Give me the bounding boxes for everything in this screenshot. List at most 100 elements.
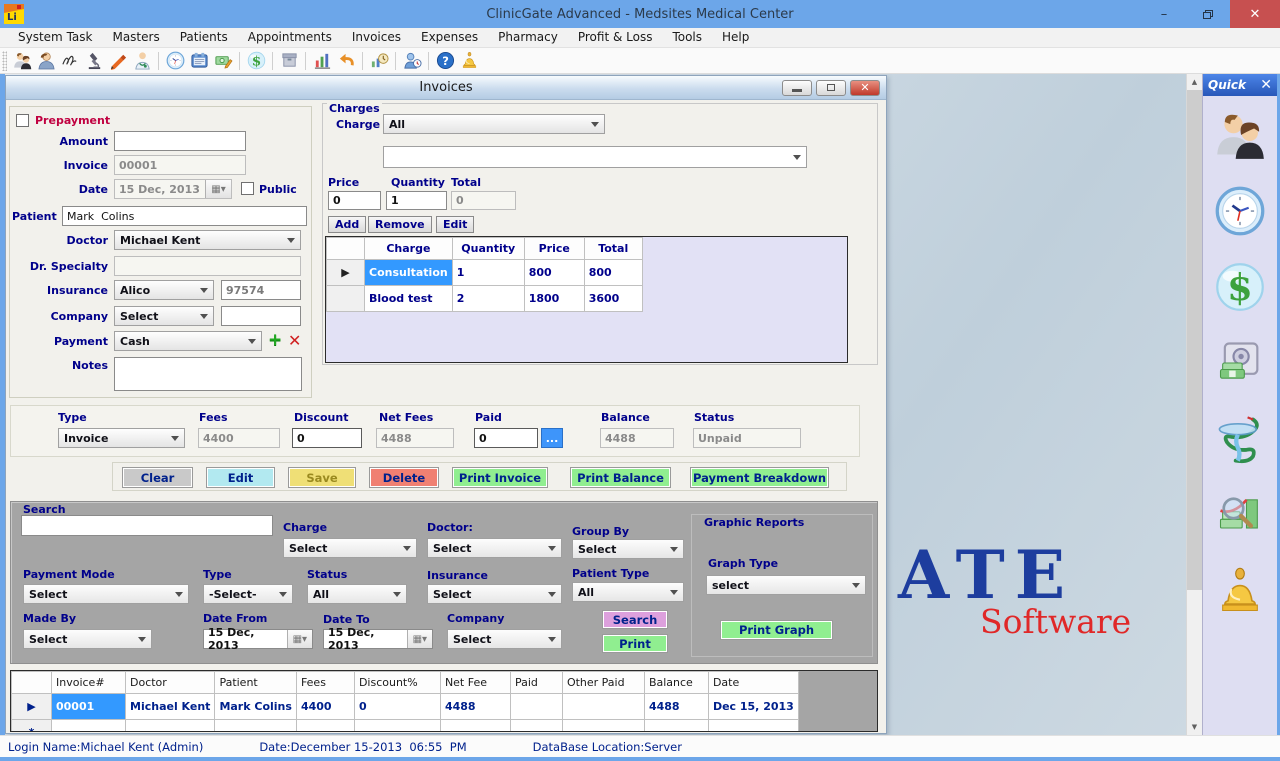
remove-charge-button[interactable]: Remove	[368, 216, 432, 233]
child-minimize-button[interactable]	[782, 80, 812, 96]
charges-grid-cell[interactable]: 2	[452, 286, 524, 312]
results-cell-balance[interactable]: 4488	[644, 694, 708, 720]
charges-grid-row[interactable]: ▶ Consultation 1 800 800	[327, 260, 643, 286]
row-selector-arrow-icon[interactable]: ▶	[327, 260, 365, 286]
charge-detail-select[interactable]	[383, 146, 807, 168]
menu-system-task[interactable]: System Task	[8, 28, 102, 47]
toolbar-microscope-icon[interactable]	[83, 50, 105, 72]
edit-charge-button[interactable]: Edit	[436, 216, 474, 233]
scrollbar-track[interactable]	[1187, 590, 1202, 719]
search-button[interactable]: Search	[602, 610, 668, 629]
results-cell-fees[interactable]: 4400	[296, 694, 354, 720]
insurance-select[interactable]: Alico	[114, 280, 214, 300]
insurance-number-field[interactable]	[221, 280, 301, 300]
search-payment-mode-select[interactable]: Select	[23, 584, 189, 604]
results-cell-otherpaid[interactable]	[562, 694, 644, 720]
mdi-vertical-scrollbar[interactable]: ▲ ▼	[1186, 74, 1202, 735]
row-selector-arrow-icon[interactable]: ▶	[12, 694, 52, 720]
company-number-field[interactable]	[221, 306, 301, 326]
search-type-select[interactable]: -Select-	[203, 584, 293, 604]
add-charge-button[interactable]: Add	[328, 216, 366, 233]
charges-grid-cell[interactable]: Consultation	[365, 260, 453, 286]
results-col-doctor[interactable]: Doctor	[126, 672, 215, 694]
results-col-fees[interactable]: Fees	[296, 672, 354, 694]
search-date-from-picker[interactable]: 15 Dec, 2013 ▦▾	[203, 629, 313, 649]
menu-invoices[interactable]: Invoices	[342, 28, 411, 47]
prepayment-checkbox[interactable]	[16, 114, 29, 127]
results-grid-new-row[interactable]: *	[12, 720, 799, 733]
payment-select[interactable]: Cash	[114, 331, 262, 351]
public-checkbox[interactable]	[241, 182, 254, 195]
print-invoice-button[interactable]: Print Invoice	[452, 467, 548, 488]
menu-patients[interactable]: Patients	[170, 28, 238, 47]
charges-grid-col-quantity[interactable]: Quantity	[452, 238, 524, 260]
toolbar-stats-clock-icon[interactable]	[368, 50, 390, 72]
search-insurance-select[interactable]: Select	[427, 584, 562, 604]
patient-field[interactable]	[62, 206, 307, 226]
toolbar-dollar-icon[interactable]: $	[245, 50, 267, 72]
toolbar-doctor-icon[interactable]	[131, 50, 153, 72]
quick-report-icon[interactable]	[1213, 488, 1267, 542]
toolbar-archive-box-icon[interactable]	[278, 50, 300, 72]
menu-profit-loss[interactable]: Profit & Loss	[568, 28, 663, 47]
search-made-by-select[interactable]: Select	[23, 629, 152, 649]
toolbar-bell-icon[interactable]	[458, 50, 480, 72]
results-cell-paid[interactable]	[510, 694, 562, 720]
toolbar-signature-icon[interactable]	[59, 50, 81, 72]
charges-grid-cell[interactable]: 800	[584, 260, 642, 286]
charges-grid-cell[interactable]: 3600	[584, 286, 642, 312]
quick-clock-icon[interactable]	[1213, 184, 1267, 238]
child-close-button[interactable]: ✕	[850, 80, 880, 96]
results-cell-discount[interactable]: 0	[354, 694, 440, 720]
type-select[interactable]: Invoice	[58, 428, 185, 448]
charges-grid-col-price[interactable]: Price	[524, 238, 584, 260]
results-col-netfee[interactable]: Net Fee	[440, 672, 510, 694]
add-payment-icon[interactable]: +	[268, 330, 282, 350]
menu-help[interactable]: Help	[712, 28, 759, 47]
charges-grid-cell[interactable]: 1800	[524, 286, 584, 312]
search-date-to-picker[interactable]: 15 Dec, 2013 ▦▾	[323, 629, 433, 649]
results-cell-netfee[interactable]: 4488	[440, 694, 510, 720]
save-button[interactable]: Save	[288, 467, 356, 488]
menu-expenses[interactable]: Expenses	[411, 28, 488, 47]
calendar-icon[interactable]: ▦▾	[287, 630, 312, 648]
results-cell-invoice[interactable]: 00001	[52, 694, 126, 720]
row-selector[interactable]	[327, 286, 365, 312]
clear-button[interactable]: Clear	[122, 467, 193, 488]
print-graph-button[interactable]: Print Graph	[720, 620, 833, 640]
print-button[interactable]: Print	[602, 634, 668, 653]
quick-bell-icon[interactable]	[1213, 564, 1267, 618]
quick-safe-icon[interactable]	[1213, 336, 1267, 390]
results-cell-doctor[interactable]: Michael Kent	[126, 694, 215, 720]
toolbar-user-clock-icon[interactable]	[401, 50, 423, 72]
menu-masters[interactable]: Masters	[102, 28, 169, 47]
notes-field[interactable]	[114, 357, 302, 391]
close-button[interactable]: ✕	[1230, 0, 1280, 28]
delete-payment-icon[interactable]: ✕	[288, 331, 301, 350]
quick-patients-icon[interactable]	[1213, 108, 1267, 162]
calendar-icon[interactable]: ▦▾	[407, 630, 432, 648]
payment-breakdown-button[interactable]: Payment Breakdown	[690, 467, 829, 488]
results-cell-patient[interactable]: Mark Colins	[215, 694, 297, 720]
toolbar-marker-pen-icon[interactable]	[107, 50, 129, 72]
price-field[interactable]	[328, 191, 381, 210]
results-col-invoice[interactable]: Invoice#	[52, 672, 126, 694]
quick-pharmacy-icon[interactable]	[1213, 412, 1267, 466]
results-cell-date[interactable]: Dec 15, 2013	[708, 694, 798, 720]
toolbar-patients-icon[interactable]	[11, 50, 33, 72]
toolbar-undo-arrow-icon[interactable]	[335, 50, 357, 72]
graph-type-select[interactable]: select	[706, 575, 866, 595]
company-select[interactable]: Select	[114, 306, 214, 326]
new-row-marker-icon[interactable]: *	[12, 720, 52, 733]
minimize-button[interactable]: –	[1142, 0, 1186, 28]
toolbar-invoice-box-icon[interactable]	[188, 50, 210, 72]
invoices-window-titlebar[interactable]: Invoices ✕	[6, 76, 886, 100]
search-company-select[interactable]: Select	[447, 629, 562, 649]
menu-pharmacy[interactable]: Pharmacy	[488, 28, 568, 47]
search-charge-select[interactable]: Select	[283, 538, 417, 558]
edit-button[interactable]: Edit	[206, 467, 275, 488]
toolbar-help-icon[interactable]: ?	[434, 50, 456, 72]
scrollbar-thumb[interactable]	[1187, 90, 1202, 590]
menu-tools[interactable]: Tools	[662, 28, 712, 47]
results-col-patient[interactable]: Patient	[215, 672, 297, 694]
